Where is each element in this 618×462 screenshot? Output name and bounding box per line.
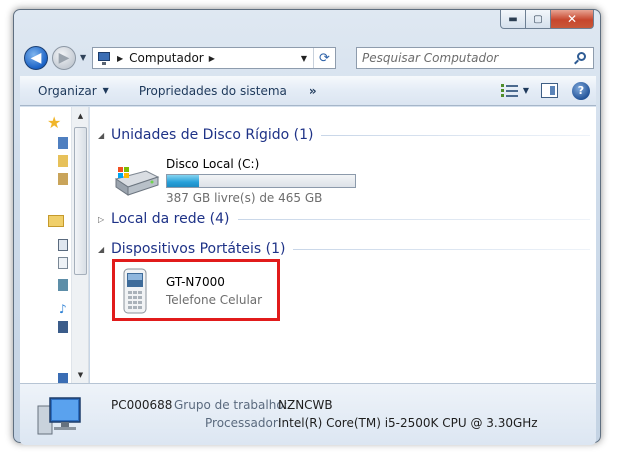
- maximize-button[interactable]: ▢: [526, 10, 551, 29]
- breadcrumb-chevron-icon[interactable]: ▶: [209, 54, 215, 63]
- recent-places-icon[interactable]: [58, 173, 68, 185]
- history-dropdown-icon[interactable]: ▼: [80, 53, 86, 62]
- processor-value: Intel(R) Core(TM) i5-2500K CPU @ 3.30GHz: [278, 416, 538, 430]
- group-divider: [293, 248, 590, 250]
- group-hard-disks[interactable]: ◢ Unidades de Disco Rígido (1): [98, 127, 590, 143]
- libraries-icon[interactable]: [48, 215, 64, 227]
- music-icon[interactable]: ♪: [59, 302, 67, 316]
- desktop-icon[interactable]: [58, 137, 68, 149]
- more-commands-button[interactable]: »: [301, 80, 325, 102]
- search-box[interactable]: [356, 47, 594, 69]
- device-item-gt-n7000[interactable]: GT-N7000 Telefone Celular: [112, 259, 280, 321]
- workgroup-label: Grupo de trabalho:: [174, 398, 288, 412]
- collapse-icon[interactable]: ◢: [98, 245, 108, 254]
- back-button[interactable]: ◀: [24, 46, 48, 70]
- chevron-down-icon: ▼: [102, 86, 109, 95]
- group-title: Local da rede (4): [111, 211, 230, 227]
- videos-icon[interactable]: [58, 321, 68, 333]
- phone-icon: [123, 268, 147, 314]
- drive-icon: [114, 167, 160, 196]
- navigation-pane: ★ ♪: [20, 107, 72, 385]
- expand-icon[interactable]: ▷: [98, 215, 108, 224]
- navigation-bar: ◀ ▶ ▼ ▶ Computador ▶ ▼ ⟳: [20, 42, 596, 74]
- documents-icon[interactable]: [58, 239, 68, 251]
- computer-icon: [37, 397, 81, 435]
- group-portable-devices[interactable]: ◢ Dispositivos Portáteis (1): [98, 241, 590, 257]
- processor-label: Processador:: [205, 416, 282, 430]
- search-icon[interactable]: [574, 51, 587, 65]
- breadcrumb-separator-icon[interactable]: ▶: [117, 54, 123, 63]
- device-type: Telefone Celular: [166, 293, 263, 307]
- drive-usage-fill: [167, 175, 199, 187]
- workgroup-value: NZNCWB: [278, 398, 333, 412]
- organize-label: Organizar: [38, 83, 97, 98]
- computer-icon: [96, 51, 112, 65]
- scroll-up-icon[interactable]: ▲: [72, 107, 89, 124]
- command-bar: Organizar ▼ Propriedades do sistema » ▼ …: [20, 76, 596, 106]
- drive-item-c[interactable]: Disco Local (C:) 387 GB livre(s) de 465 …: [112, 157, 372, 205]
- group-network[interactable]: ▷ Local da rede (4): [98, 211, 590, 227]
- drive-free-space: 387 GB livre(s) de 465 GB: [166, 191, 323, 205]
- documents-icon[interactable]: [58, 257, 68, 269]
- content-area: ◢ Unidades de Disco Rígido (1) Disco Loc…: [90, 107, 596, 383]
- favorites-star-icon[interactable]: ★: [47, 113, 61, 132]
- computer-name: PC000688: [111, 398, 173, 412]
- group-divider: [321, 134, 590, 136]
- explorer-window: ▬ ▢ ✕ ◀ ▶ ▼ ▶ Computador ▶ ▼ ⟳ Organizar…: [13, 9, 601, 445]
- preview-pane-icon[interactable]: [541, 83, 558, 98]
- caption-buttons: ▬ ▢ ✕: [500, 10, 594, 29]
- refresh-icon[interactable]: ⟳: [313, 48, 335, 68]
- drive-name: Disco Local (C:): [166, 157, 260, 171]
- system-properties-button[interactable]: Propriedades do sistema: [131, 80, 295, 102]
- address-bar[interactable]: ▶ Computador ▶ ▼ ⟳: [92, 47, 336, 69]
- downloads-folder-icon[interactable]: [58, 155, 68, 167]
- change-view-icon[interactable]: [500, 83, 519, 99]
- pictures-icon[interactable]: [58, 279, 68, 291]
- collapse-icon[interactable]: ◢: [98, 131, 108, 140]
- close-button[interactable]: ✕: [551, 10, 594, 29]
- scroll-down-icon[interactable]: ▼: [72, 366, 89, 383]
- search-input[interactable]: [362, 49, 572, 67]
- drive-usage-bar: [166, 174, 356, 188]
- navigation-scrollbar[interactable]: ▲ ▼: [72, 107, 89, 383]
- group-divider: [237, 218, 590, 220]
- view-options-dropdown-icon[interactable]: ▼: [523, 86, 529, 95]
- details-pane: PC000688 Grupo de trabalho: NZNCWB Proce…: [20, 383, 596, 445]
- organize-button[interactable]: Organizar ▼: [30, 80, 117, 102]
- minimize-button[interactable]: ▬: [500, 10, 526, 29]
- address-dropdown-icon[interactable]: ▼: [295, 48, 313, 68]
- help-icon[interactable]: ?: [572, 81, 590, 100]
- group-title: Dispositivos Portáteis (1): [111, 241, 286, 257]
- scrollbar-thumb[interactable]: [74, 127, 87, 275]
- breadcrumb-computador[interactable]: Computador: [129, 51, 204, 65]
- forward-button[interactable]: ▶: [52, 46, 76, 70]
- device-name: GT-N7000: [166, 275, 225, 289]
- group-title: Unidades de Disco Rígido (1): [111, 127, 314, 143]
